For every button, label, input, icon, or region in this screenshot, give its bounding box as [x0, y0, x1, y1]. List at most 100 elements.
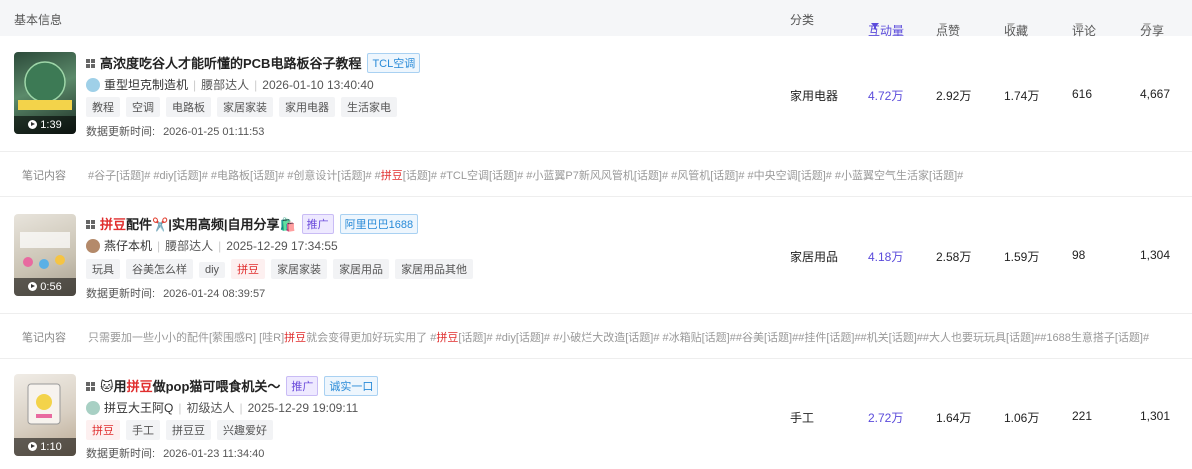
tag: 拼豆豆	[166, 420, 211, 440]
update-time: 数据更新时间: 2026-01-23 11:34:40	[86, 445, 264, 461]
tag-list: 拼豆 手工 拼豆豆 兴趣爱好	[86, 420, 279, 440]
title-highlight: 拼豆	[100, 217, 127, 232]
note-text-part: 只需要加一些小小的配件[萦围感R] [哇R]	[88, 332, 285, 344]
tag: 玩具	[86, 259, 120, 279]
filter-icon	[939, 22, 947, 30]
tag-highlight: 拼豆	[86, 420, 120, 440]
tag: 电路板	[166, 97, 211, 117]
filter-icon	[1143, 22, 1151, 30]
note-content-row: 笔记内容 #谷子[话题]# #diy[话题]# #电路板[话题]# #创意设计[…	[0, 151, 1192, 197]
table-row[interactable]: 1:10 🐱用拼豆做pop猫可喂食机关～ 推广 诚实一口 拼豆大王阿Q | 初级达人 | 2…	[0, 358, 1192, 469]
tag: 手工	[126, 420, 160, 440]
author-level: 腰部达人	[201, 78, 250, 92]
play-icon	[28, 282, 38, 291]
promo-badge: 推广	[286, 376, 319, 396]
update-label: 数据更新时间:	[86, 288, 156, 300]
author-line: 重型坦克制造机 | 腰部达人 | 2026-01-10 13:40:40	[86, 76, 374, 93]
note-title[interactable]: 拼豆配件✂️|实用高频|自用分享🛍️ 推广 阿里巴巴1688	[86, 214, 419, 234]
tag-highlight: 拼豆	[231, 259, 266, 279]
publish-time: 2025-12-29 19:09:11	[247, 401, 359, 415]
interaction-cell: 4.18万	[868, 250, 904, 264]
author-level: 初级达人	[186, 401, 235, 415]
avatar[interactable]	[86, 401, 100, 415]
update-value: 2026-01-23 11:34:40	[163, 448, 265, 460]
interaction-cell: 4.72万	[868, 89, 904, 103]
author-line: 燕仔本机 | 腰部达人 | 2025-12-29 17:34:55	[86, 237, 338, 254]
note-text-part: 就会变得更加好玩实用了 #	[306, 332, 437, 344]
shares-cell: 1,304	[1140, 248, 1171, 262]
tag: 家居用品	[333, 259, 390, 279]
note-text-part: #谷子[话题]# #diy[话题]# #电路板[话题]# #创意设计[话题]# …	[88, 170, 381, 182]
category-cell: 家居用品	[790, 250, 839, 264]
note-title[interactable]: 🐱用拼豆做pop猫可喂食机关～ 推广 诚实一口	[86, 376, 379, 396]
tag: diy	[199, 262, 226, 278]
tag: 家用电器	[279, 97, 335, 117]
note-title-text: 做pop猫可喂食机关～	[152, 379, 281, 394]
promo-badge: 推广	[301, 214, 334, 234]
update-label: 数据更新时间:	[86, 448, 156, 460]
publish-time: 2025-12-29 17:34:55	[226, 239, 338, 253]
comments-cell: 98	[1072, 248, 1086, 262]
note-highlight: 拼豆	[284, 332, 307, 344]
note-text-part: [话题]# #diy[话题]# #小破烂大改造[话题]# #冰箱贴[话题]##谷…	[458, 332, 1150, 344]
brand-badge: 阿里巴巴1688	[339, 214, 419, 234]
author-level: 腰部达人	[165, 239, 214, 253]
author-name[interactable]: 燕仔本机	[104, 239, 152, 253]
favorites-cell: 1.59万	[1004, 250, 1040, 264]
duration-text: 1:39	[40, 119, 62, 131]
author-name[interactable]: 重型坦克制造机	[104, 78, 188, 92]
grid-icon	[86, 59, 95, 68]
table-header: 基本信息 分类 互动量 点赞 收藏 评论 分享	[0, 0, 1192, 38]
likes-cell: 2.58万	[936, 250, 972, 264]
note-content-label: 笔记内容	[22, 332, 66, 344]
table-row[interactable]: 1:39 高浓度吃谷人才能听懂的PCB电路板谷子教程 TCL空调 重型坦克制造机 |…	[0, 36, 1192, 150]
comments-cell: 616	[1072, 87, 1093, 101]
note-title[interactable]: 高浓度吃谷人才能听懂的PCB电路板谷子教程 TCL空调	[86, 53, 421, 73]
header-basic-info: 基本信息	[14, 13, 63, 27]
update-time: 数据更新时间: 2026-01-25 01:11:53	[86, 123, 264, 139]
note-title-text: 🐱用	[100, 379, 127, 394]
update-label: 数据更新时间:	[86, 126, 156, 138]
title-highlight: 拼豆	[126, 379, 153, 394]
tag: 家居家装	[271, 259, 328, 279]
header-category: 分类	[790, 13, 815, 27]
video-thumbnail[interactable]: 1:10	[14, 374, 76, 456]
avatar[interactable]	[86, 239, 100, 253]
note-content-label: 笔记内容	[22, 170, 66, 182]
author-name[interactable]: 拼豆大王阿Q	[104, 401, 173, 415]
duration-text: 0:56	[40, 281, 62, 293]
tag: 兴趣爱好	[217, 420, 273, 440]
tag: 家居家装	[217, 97, 273, 117]
brand-badge: 诚实一口	[324, 376, 379, 396]
tag: 空调	[126, 97, 160, 117]
table-row[interactable]: 0:56 拼豆配件✂️|实用高频|自用分享🛍️ 推广 阿里巴巴1688 燕仔本机 | 腰…	[0, 196, 1192, 316]
note-title-text: 高浓度吃谷人才能听懂的PCB电路板谷子教程	[100, 56, 362, 71]
filter-icon	[1007, 22, 1015, 30]
avatar[interactable]	[86, 78, 100, 92]
likes-cell: 2.92万	[936, 89, 972, 103]
brand-badge: TCL空调	[367, 53, 421, 73]
note-content-row: 笔记内容 只需要加一些小小的配件[萦围感R] [哇R]拼豆就会变得更加好玩实用了…	[0, 313, 1192, 359]
shares-cell: 1,301	[1140, 409, 1171, 423]
update-time: 数据更新时间: 2026-01-24 08:39:57	[86, 285, 265, 301]
favorites-cell: 1.06万	[1004, 411, 1040, 425]
note-text-part: [话题]# #TCL空调[话题]# #小蓝翼P7新风风管机[话题]# #风管机[…	[402, 170, 964, 182]
comments-cell: 221	[1072, 409, 1093, 423]
note-title-text: 配件✂️|实用高频|自用分享🛍️	[126, 217, 296, 232]
publish-time: 2026-01-10 13:40:40	[262, 78, 374, 92]
note-highlight: 拼豆	[436, 332, 459, 344]
tag-list: 教程 空调 电路板 家居家装 家用电器 生活家电	[86, 97, 403, 117]
play-icon	[28, 120, 38, 129]
video-thumbnail[interactable]: 0:56	[14, 214, 76, 296]
tag: 谷美怎么样	[126, 259, 193, 279]
category-cell: 手工	[790, 411, 815, 425]
filter-icon	[871, 22, 879, 30]
duration-overlay: 1:10	[14, 438, 76, 456]
video-thumbnail[interactable]: 1:39	[14, 52, 76, 134]
likes-cell: 1.64万	[936, 411, 972, 425]
tag: 教程	[86, 97, 120, 117]
duration-overlay: 1:39	[14, 116, 76, 134]
update-value: 2026-01-25 01:11:53	[163, 126, 265, 138]
favorites-cell: 1.74万	[1004, 89, 1040, 103]
tag: 家居用品其他	[395, 259, 474, 279]
